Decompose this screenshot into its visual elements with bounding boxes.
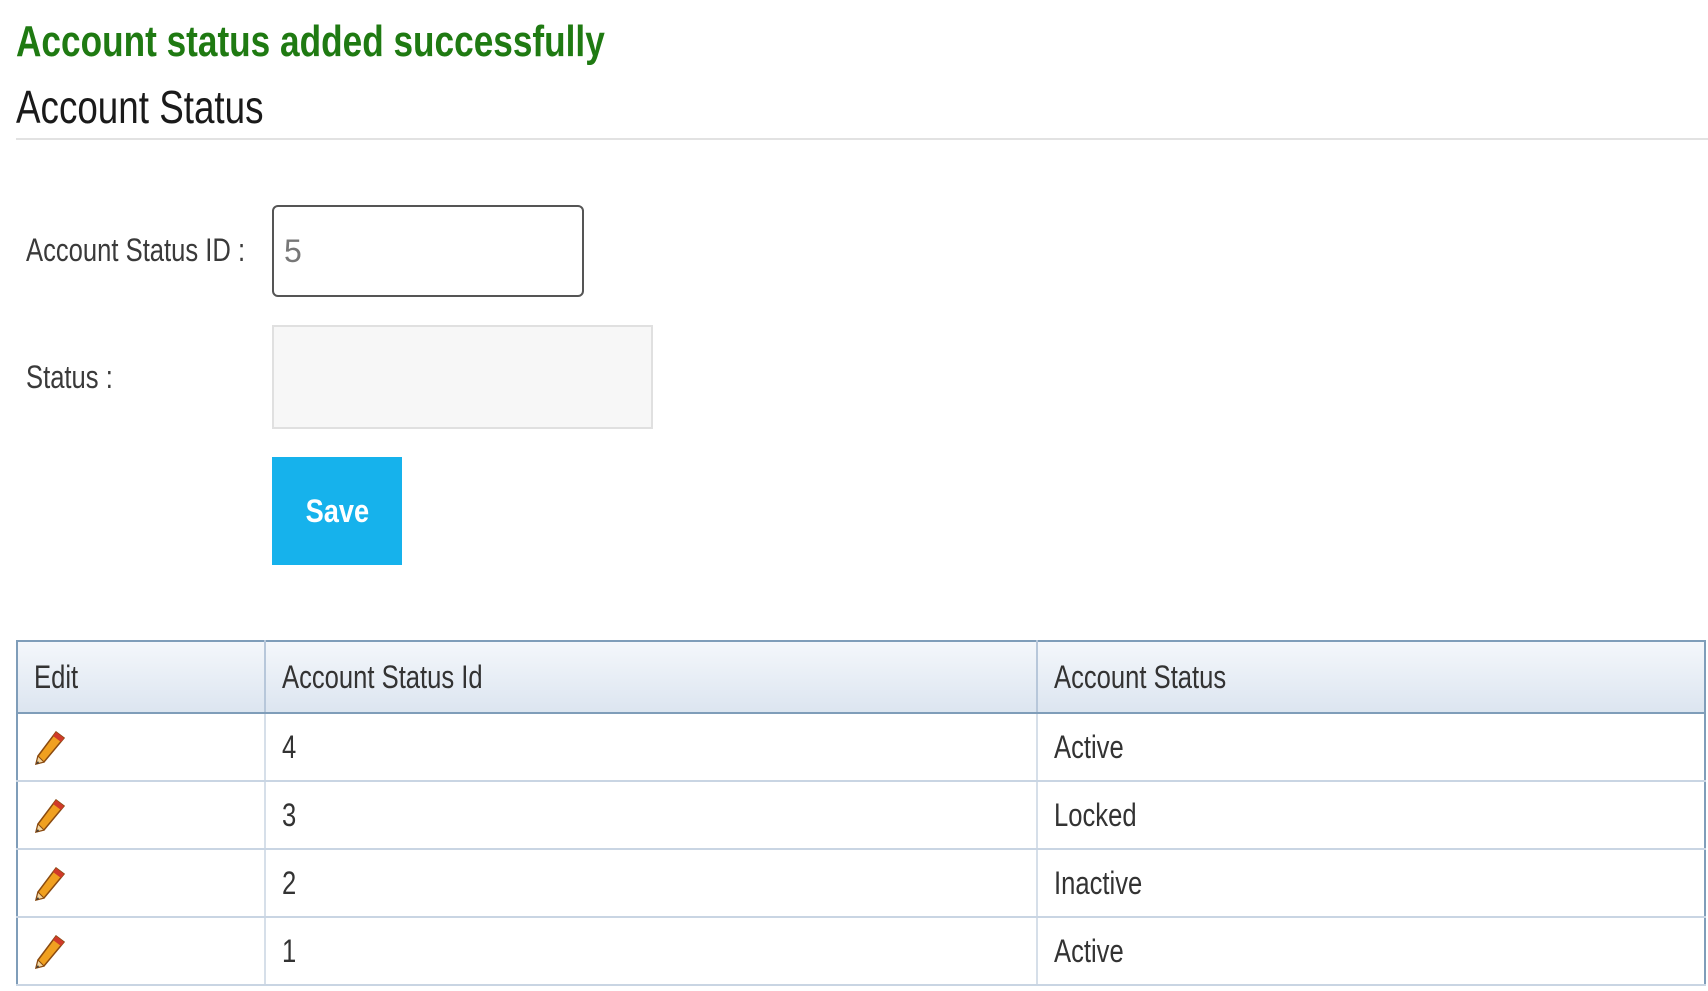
status-label: Status : — [26, 359, 113, 395]
header-edit: Edit — [17, 641, 266, 714]
pencil-icon[interactable] — [34, 866, 66, 902]
account-status-id-cell: 3 — [265, 781, 1038, 850]
save-button[interactable]: Save — [272, 457, 402, 565]
page-title: Account Status — [16, 81, 264, 133]
header-account-status-id[interactable]: Account Status Id — [265, 641, 1038, 714]
pencil-icon[interactable] — [34, 730, 66, 766]
account-status-id-cell: 2 — [265, 849, 1038, 918]
pencil-icon[interactable] — [34, 798, 66, 834]
account-status-id-label: Account Status ID : — [26, 232, 246, 268]
status-input[interactable] — [272, 325, 653, 429]
account-status-cell: Locked — [1037, 781, 1705, 850]
success-message: Account status added successfully — [16, 17, 605, 66]
account-status-id-cell: 1 — [265, 917, 1038, 986]
edit-cell — [17, 917, 266, 986]
account-status-table: Edit Account Status Id Account Status 4 … — [16, 640, 1706, 986]
account-status-cell: Active — [1037, 917, 1705, 986]
table-row: 4 Active — [17, 713, 1705, 782]
save-button-label: Save — [305, 492, 369, 529]
account-status-cell: Inactive — [1037, 849, 1705, 918]
table-row: 2 Inactive — [17, 849, 1705, 918]
title-divider — [16, 138, 1708, 140]
edit-cell — [17, 713, 266, 782]
edit-cell — [17, 849, 266, 918]
header-account-status[interactable]: Account Status — [1037, 641, 1705, 714]
account-status-id-cell: 4 — [265, 713, 1038, 782]
pencil-icon[interactable] — [34, 934, 66, 970]
table-row: 3 Locked — [17, 781, 1705, 850]
table-row: 1 Active — [17, 917, 1705, 986]
account-status-cell: Active — [1037, 713, 1705, 782]
table-header-row: Edit Account Status Id Account Status — [17, 641, 1705, 714]
edit-cell — [17, 781, 266, 850]
account-status-id-input[interactable] — [272, 205, 584, 297]
